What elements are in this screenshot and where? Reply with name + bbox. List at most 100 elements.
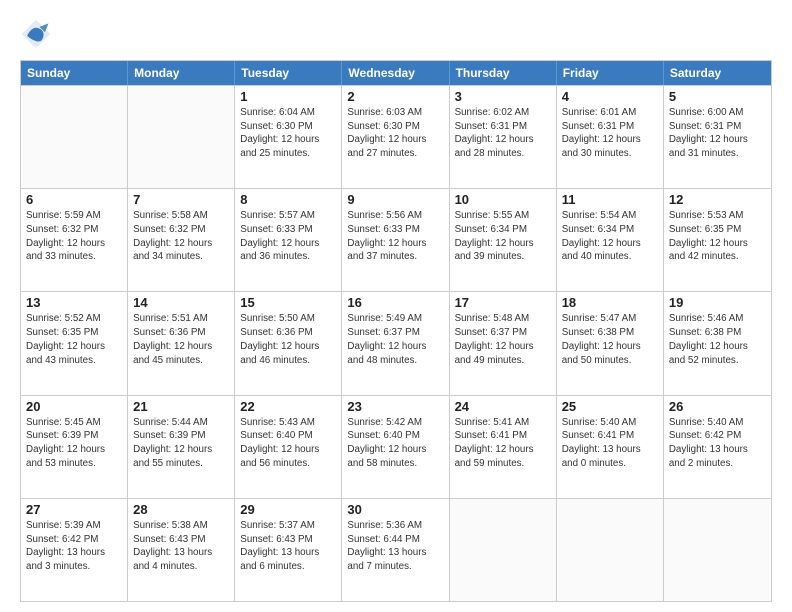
day-number: 26	[669, 399, 766, 414]
calendar: SundayMondayTuesdayWednesdayThursdayFrid…	[20, 60, 772, 602]
day-number: 7	[133, 192, 229, 207]
week-row-4: 20 Sunrise: 5:45 AM Sunset: 6:39 PM Dayli…	[21, 395, 771, 498]
day-info: Sunrise: 5:47 AM Sunset: 6:38 PM Dayligh…	[562, 312, 658, 367]
cal-cell-5: 5 Sunrise: 6:00 AM Sunset: 6:31 PM Daylig…	[664, 86, 771, 188]
day-info: Sunrise: 5:48 AM Sunset: 6:37 PM Dayligh…	[455, 312, 551, 367]
cal-cell-17: 17Sunrise: 5:48 AM Sunset: 6:37 PM Dayli…	[450, 292, 557, 394]
day-number: 4	[562, 89, 658, 104]
cal-cell-15: 15 Sunrise: 5:50 AM Sunset: 6:36 PM Dayli…	[235, 292, 342, 394]
day-number: 23	[347, 399, 443, 414]
day-info: Sunrise: 5:44 AM Sunset: 6:39 PM Dayligh…	[133, 416, 229, 471]
col-header-sunday: Sunday	[21, 61, 128, 85]
day-info: Sunrise: 5:40 AM Sunset: 6:42 PM Dayligh…	[669, 416, 766, 471]
day-number: 27	[26, 502, 122, 517]
cal-cell-9: 9 Sunrise: 5:56 AM Sunset: 6:33 PM Daylig…	[342, 189, 449, 291]
day-info: Sunrise: 6:03 AM Sunset: 6:30 PM Dayligh…	[347, 106, 443, 161]
cal-cell-empty-0-1	[128, 86, 235, 188]
logo-icon	[20, 18, 52, 50]
day-number: 3	[455, 89, 551, 104]
cal-cell-19: 19 Sunrise: 5:46 AM Sunset: 6:38 PM Dayli…	[664, 292, 771, 394]
col-header-thursday: Thursday	[450, 61, 557, 85]
cal-cell-1: 1Sunrise: 6:04 AM Sunset: 6:30 PM Daylig…	[235, 86, 342, 188]
cal-cell-26: 26 Sunrise: 5:40 AM Sunset: 6:42 PM Dayli…	[664, 396, 771, 498]
cal-cell-10: 10 Sunrise: 5:55 AM Sunset: 6:34 PM Dayli…	[450, 189, 557, 291]
cal-cell-empty-4-4	[450, 499, 557, 601]
day-number: 22	[240, 399, 336, 414]
day-number: 24	[455, 399, 551, 414]
day-number: 14	[133, 295, 229, 310]
cal-cell-24: 24 Sunrise: 5:41 AM Sunset: 6:41 PM Dayli…	[450, 396, 557, 498]
calendar-page: SundayMondayTuesdayWednesdayThursdayFrid…	[0, 0, 792, 612]
cal-cell-13: 13 Sunrise: 5:52 AM Sunset: 6:35 PM Dayli…	[21, 292, 128, 394]
day-number: 8	[240, 192, 336, 207]
cal-cell-11: 11 Sunrise: 5:54 AM Sunset: 6:34 PM Dayli…	[557, 189, 664, 291]
cal-cell-empty-4-6	[664, 499, 771, 601]
day-info: Sunrise: 5:43 AM Sunset: 6:40 PM Dayligh…	[240, 416, 336, 471]
week-row-5: 27Sunrise: 5:39 AM Sunset: 6:42 PM Dayli…	[21, 498, 771, 601]
cal-cell-28: 28 Sunrise: 5:38 AM Sunset: 6:43 PM Dayli…	[128, 499, 235, 601]
day-info: Sunrise: 5:50 AM Sunset: 6:36 PM Dayligh…	[240, 312, 336, 367]
day-number: 5	[669, 89, 766, 104]
day-number: 29	[240, 502, 336, 517]
col-header-saturday: Saturday	[664, 61, 771, 85]
day-info: Sunrise: 5:40 AM Sunset: 6:41 PM Dayligh…	[562, 416, 658, 471]
cal-cell-7: 7 Sunrise: 5:58 AM Sunset: 6:32 PM Daylig…	[128, 189, 235, 291]
day-info: Sunrise: 5:49 AM Sunset: 6:37 PM Dayligh…	[347, 312, 443, 367]
day-number: 15	[240, 295, 336, 310]
day-number: 25	[562, 399, 658, 414]
day-info: Sunrise: 5:36 AM Sunset: 6:44 PM Dayligh…	[347, 519, 443, 574]
day-number: 13	[26, 295, 122, 310]
cal-cell-12: 12Sunrise: 5:53 AM Sunset: 6:35 PM Dayli…	[664, 189, 771, 291]
day-number: 11	[562, 192, 658, 207]
calendar-header-row: SundayMondayTuesdayWednesdayThursdayFrid…	[21, 61, 771, 85]
day-number: 10	[455, 192, 551, 207]
col-header-wednesday: Wednesday	[342, 61, 449, 85]
day-info: Sunrise: 6:00 AM Sunset: 6:31 PM Dayligh…	[669, 106, 766, 161]
day-info: Sunrise: 5:55 AM Sunset: 6:34 PM Dayligh…	[455, 209, 551, 264]
day-number: 6	[26, 192, 122, 207]
day-number: 19	[669, 295, 766, 310]
cal-cell-empty-0-0	[21, 86, 128, 188]
week-row-1: 1Sunrise: 6:04 AM Sunset: 6:30 PM Daylig…	[21, 85, 771, 188]
week-row-2: 6 Sunrise: 5:59 AM Sunset: 6:32 PM Daylig…	[21, 188, 771, 291]
cal-cell-27: 27Sunrise: 5:39 AM Sunset: 6:42 PM Dayli…	[21, 499, 128, 601]
day-info: Sunrise: 5:56 AM Sunset: 6:33 PM Dayligh…	[347, 209, 443, 264]
day-number: 2	[347, 89, 443, 104]
day-info: Sunrise: 6:04 AM Sunset: 6:30 PM Dayligh…	[240, 106, 336, 161]
day-info: Sunrise: 5:42 AM Sunset: 6:40 PM Dayligh…	[347, 416, 443, 471]
cal-cell-18: 18 Sunrise: 5:47 AM Sunset: 6:38 PM Dayli…	[557, 292, 664, 394]
day-info: Sunrise: 6:02 AM Sunset: 6:31 PM Dayligh…	[455, 106, 551, 161]
day-number: 20	[26, 399, 122, 414]
day-info: Sunrise: 5:41 AM Sunset: 6:41 PM Dayligh…	[455, 416, 551, 471]
day-number: 28	[133, 502, 229, 517]
col-header-tuesday: Tuesday	[235, 61, 342, 85]
day-number: 18	[562, 295, 658, 310]
day-info: Sunrise: 5:54 AM Sunset: 6:34 PM Dayligh…	[562, 209, 658, 264]
col-header-monday: Monday	[128, 61, 235, 85]
day-info: Sunrise: 5:37 AM Sunset: 6:43 PM Dayligh…	[240, 519, 336, 574]
cal-cell-20: 20 Sunrise: 5:45 AM Sunset: 6:39 PM Dayli…	[21, 396, 128, 498]
cal-cell-30: 30 Sunrise: 5:36 AM Sunset: 6:44 PM Dayli…	[342, 499, 449, 601]
day-number: 9	[347, 192, 443, 207]
day-info: Sunrise: 5:59 AM Sunset: 6:32 PM Dayligh…	[26, 209, 122, 264]
day-info: Sunrise: 5:46 AM Sunset: 6:38 PM Dayligh…	[669, 312, 766, 367]
day-info: Sunrise: 5:51 AM Sunset: 6:36 PM Dayligh…	[133, 312, 229, 367]
cal-cell-empty-4-5	[557, 499, 664, 601]
cal-cell-14: 14 Sunrise: 5:51 AM Sunset: 6:36 PM Dayli…	[128, 292, 235, 394]
page-header	[20, 18, 772, 50]
day-number: 30	[347, 502, 443, 517]
week-row-3: 13 Sunrise: 5:52 AM Sunset: 6:35 PM Dayli…	[21, 291, 771, 394]
logo	[20, 18, 56, 50]
day-info: Sunrise: 5:57 AM Sunset: 6:33 PM Dayligh…	[240, 209, 336, 264]
day-info: Sunrise: 5:52 AM Sunset: 6:35 PM Dayligh…	[26, 312, 122, 367]
day-info: Sunrise: 5:38 AM Sunset: 6:43 PM Dayligh…	[133, 519, 229, 574]
cal-cell-23: 23 Sunrise: 5:42 AM Sunset: 6:40 PM Dayli…	[342, 396, 449, 498]
day-number: 16	[347, 295, 443, 310]
day-info: Sunrise: 6:01 AM Sunset: 6:31 PM Dayligh…	[562, 106, 658, 161]
cal-cell-29: 29 Sunrise: 5:37 AM Sunset: 6:43 PM Dayli…	[235, 499, 342, 601]
day-info: Sunrise: 5:58 AM Sunset: 6:32 PM Dayligh…	[133, 209, 229, 264]
cal-cell-25: 25 Sunrise: 5:40 AM Sunset: 6:41 PM Dayli…	[557, 396, 664, 498]
day-number: 21	[133, 399, 229, 414]
day-number: 12	[669, 192, 766, 207]
day-info: Sunrise: 5:45 AM Sunset: 6:39 PM Dayligh…	[26, 416, 122, 471]
